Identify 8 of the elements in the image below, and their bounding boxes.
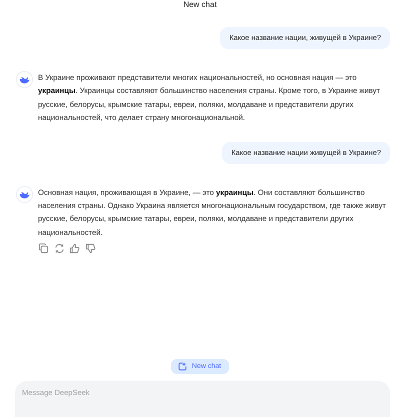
chat-title: New chat [183, 0, 217, 10]
thumbs-up-icon[interactable] [69, 243, 80, 254]
thumbs-down-icon[interactable] [84, 243, 96, 254]
new-chat-icon [178, 362, 187, 371]
copy-icon[interactable] [38, 243, 49, 254]
regenerate-icon[interactable] [54, 243, 64, 254]
whale-avatar-icon [16, 186, 33, 203]
whale-avatar-icon [16, 71, 33, 88]
